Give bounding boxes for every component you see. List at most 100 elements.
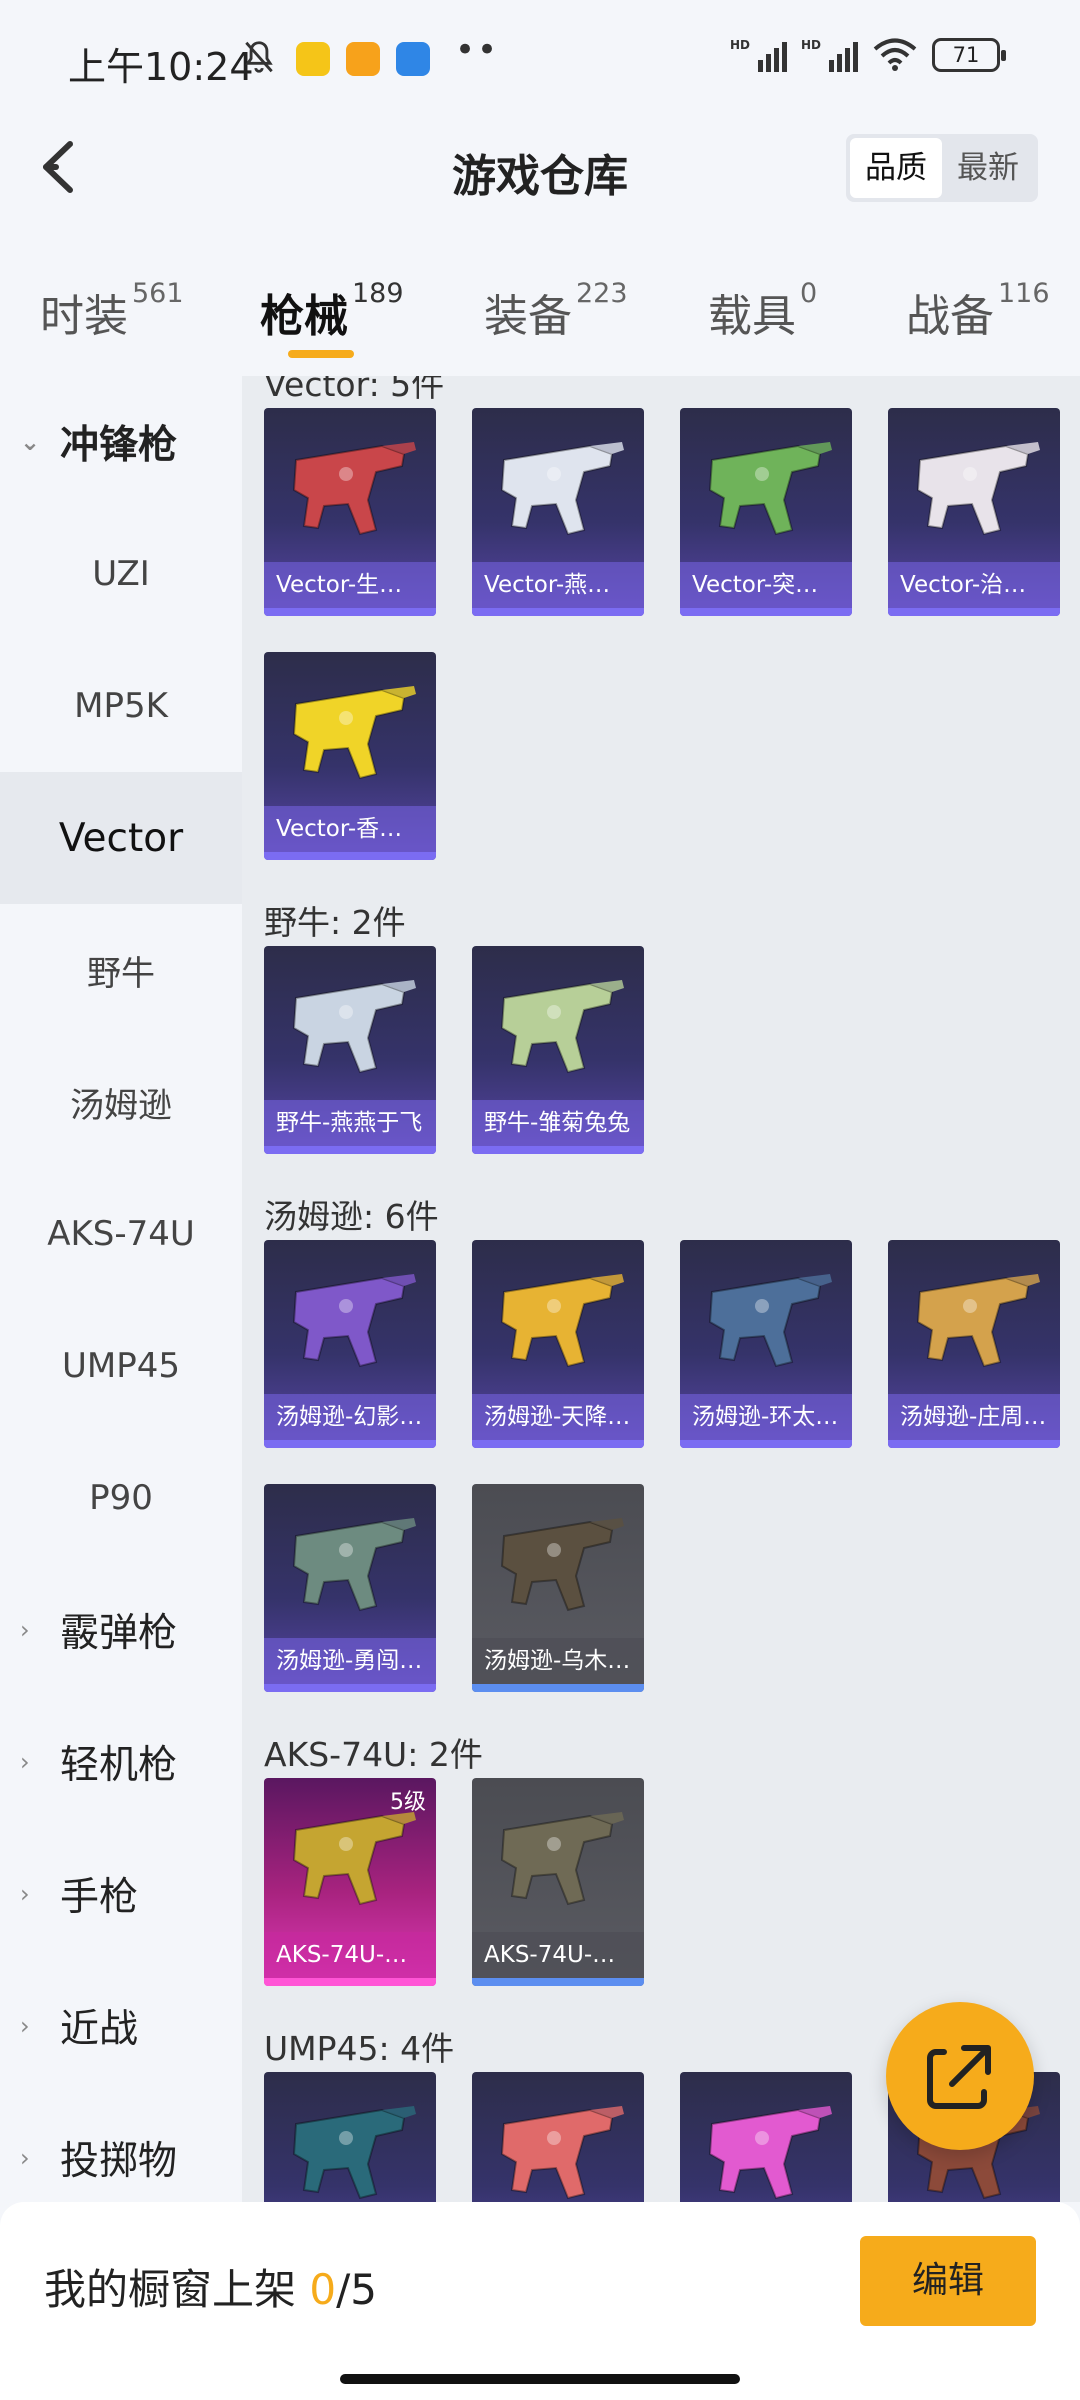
weapon-skin-name: Vector-生命… [264,562,436,608]
hd-label: HD [800,38,821,52]
status-bar: 上午10:24 •• HD HD 71 [0,0,1080,112]
chevron-right-icon: › [20,1880,30,1908]
category-tabs: 时装 561 枪械 189 装备 223 载具 0 战备 116 [0,224,1080,376]
rarity-bar [888,1440,1060,1448]
tab-count: 189 [352,278,404,309]
active-tab-indicator [288,350,354,358]
weapon-skin-card[interactable]: 5级 AKS-74U-森… [264,1778,436,1986]
rarity-bar [264,1440,436,1448]
sidebar-group-shotgun[interactable]: › 霰弹枪 [0,1564,242,1696]
chevron-right-icon: › [20,2012,30,2040]
weapon-skin-card[interactable]: 野牛-雏菊兔兔 [472,946,644,1154]
weapon-skin-card[interactable]: 汤姆逊-勇闯… [264,1484,436,1692]
sidebar-group-label: 投掷物 [60,2139,178,2184]
sidebar-group-throwable[interactable]: › 投掷物 [0,2092,242,2202]
weapon-skin-card[interactable] [472,2072,644,2202]
tab-guns[interactable]: 枪械 189 [260,278,404,344]
sidebar-group-label: 手枪 [60,1875,139,1920]
sidebar-item-vector[interactable]: Vector [0,772,242,904]
showcase-label: 我的橱窗上架 [44,2265,297,2314]
weapon-skin-card[interactable]: Vector-香水… [264,652,436,860]
sidebar-group-label: 轻机枪 [60,1743,178,1788]
sidebar-item-uzi[interactable]: UZI [0,508,242,640]
weapon-skin-card[interactable]: Vector-燕燕… [472,408,644,616]
section-title: UMP45: 4件 [264,2029,455,2068]
tab-count: 0 [800,278,818,309]
tab-count: 223 [576,278,628,309]
sidebar-item-mp5k[interactable]: MP5K [0,640,242,772]
chevron-right-icon: › [20,1616,30,1644]
weapon-skin-card[interactable]: 汤姆逊-天降… [472,1240,644,1448]
section-title: Vector: 5件 [264,376,445,404]
sidebar-group-melee[interactable]: › 近战 [0,1960,242,2092]
sidebar-group-lmg[interactable]: › 轻机枪 [0,1696,242,1828]
tab-label: 枪械 [260,291,348,342]
tab-count: 561 [132,278,184,309]
signal-icon [829,38,858,72]
home-indicator[interactable] [340,2374,740,2384]
weapon-skin-card[interactable]: 野牛-燕燕于飞 [264,946,436,1154]
weapon-image [708,442,832,536]
sidebar-item-aks74u[interactable]: AKS-74U [0,1168,242,1300]
weapon-skin-card[interactable]: Vector-治愈… [888,408,1060,616]
level-badge: 5级 [390,1790,426,1815]
sidebar-item-bizon[interactable]: 野牛 [0,904,242,1036]
notification-app-icon [346,42,380,76]
weapon-image [916,1274,1040,1368]
showcase-count: 0 [309,2265,337,2314]
sort-option-newest[interactable]: 最新 [942,138,1034,198]
section-title: 汤姆逊: 6件 [264,1197,439,1236]
weapon-skin-card[interactable]: Vector-生命… [264,408,436,616]
weapon-skin-name: 野牛-燕燕于飞 [264,1100,436,1146]
weapon-skin-card[interactable] [680,2072,852,2202]
edit-button[interactable]: 编辑 [860,2236,1036,2326]
status-time: 上午10:24 [68,45,254,89]
weapon-skin-card[interactable]: 汤姆逊-乌木… [472,1484,644,1692]
weapon-skin-card[interactable]: AKS-74U-乌… [472,1778,644,1986]
rarity-bar [472,1684,644,1692]
tab-label: 装备 [484,291,572,342]
sidebar-item-p90[interactable]: P90 [0,1432,242,1564]
rarity-bar [472,1440,644,1448]
tab-vehicles[interactable]: 载具 0 [708,278,818,344]
chevron-down-icon: ⌄ [20,428,41,456]
weapon-skin-name: Vector-燕燕… [472,562,644,608]
weapon-skin-card[interactable]: 汤姆逊-幻影… [264,1240,436,1448]
sidebar-item-ump45[interactable]: UMP45 [0,1300,242,1432]
rarity-bar [472,1146,644,1154]
weapon-skin-card[interactable]: 汤姆逊-环太… [680,1240,852,1448]
weapon-image [500,1518,624,1612]
sidebar-group-label: 近战 [60,2007,139,2052]
share-icon [927,2045,991,2109]
weapon-skin-card[interactable]: 汤姆逊-庄周… [888,1240,1060,1448]
weapon-skin-name: 汤姆逊-勇闯… [264,1638,436,1684]
weapon-grid: Vector: 5件 Vector-生命… Vector-燕燕… Vector-突变…… [242,376,1080,2202]
sidebar-group-pistol[interactable]: › 手枪 [0,1828,242,1960]
weapon-skin-card[interactable] [264,2072,436,2202]
weapon-skin-name: 汤姆逊-幻影… [264,1394,436,1440]
sidebar-group-smg[interactable]: ⌄ 冲锋枪 [0,376,242,508]
weapon-skin-name: AKS-74U-乌… [472,1932,644,1978]
weapon-skin-name: 汤姆逊-天降… [472,1394,644,1440]
hd-label: HD [729,38,750,52]
rarity-bar [472,1978,644,1986]
showcase-status: 我的橱窗上架 0/5 [44,2256,377,2317]
sort-toggle: 品质 最新 [846,134,1038,202]
tab-supplies[interactable]: 战备 116 [906,278,1050,344]
tab-equipment[interactable]: 装备 223 [484,278,628,344]
tab-count: 116 [998,278,1050,309]
chevron-right-icon: › [20,2144,30,2172]
header: 游戏仓库 品质 最新 [0,112,1080,224]
sidebar-item-thompson[interactable]: 汤姆逊 [0,1036,242,1168]
rarity-bar [264,852,436,860]
tab-fashion[interactable]: 时装 561 [40,278,184,344]
sort-option-quality[interactable]: 品质 [850,138,942,198]
rarity-bar [888,608,1060,616]
rarity-bar [264,608,436,616]
weapon-skin-name: 汤姆逊-乌木… [472,1638,644,1684]
bell-muted-icon [245,41,273,73]
tab-label: 载具 [708,291,796,342]
share-button[interactable] [886,2002,1034,2150]
weapon-skin-card[interactable]: Vector-突变… [680,408,852,616]
rarity-bar [264,1684,436,1692]
